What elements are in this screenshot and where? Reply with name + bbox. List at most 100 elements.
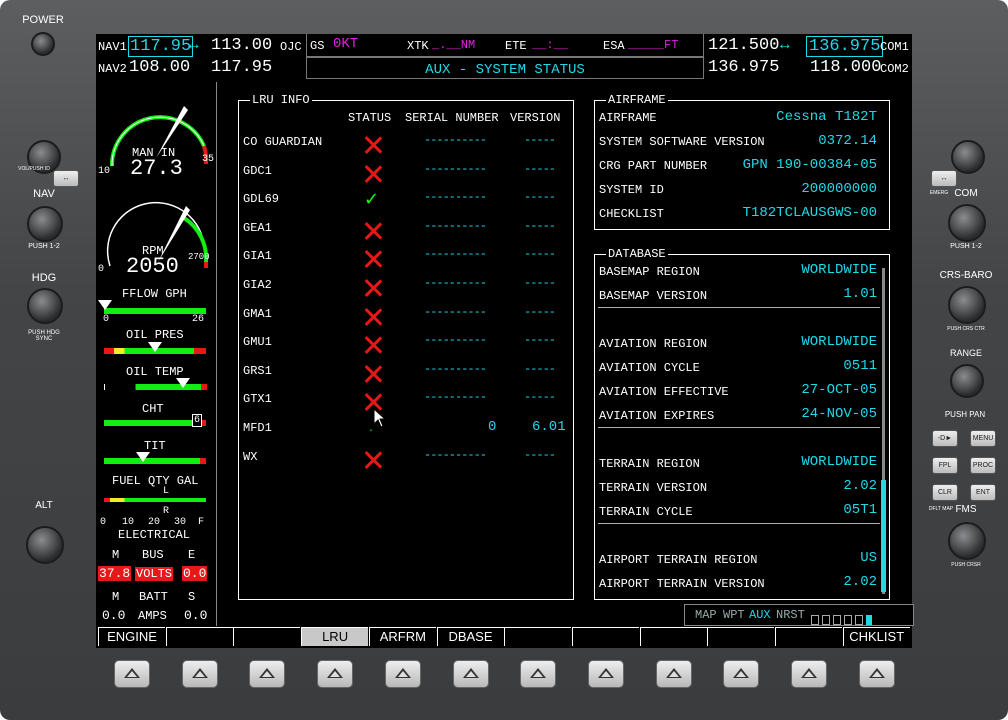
menu-button[interactable]: MENU [970, 430, 996, 447]
clr-button[interactable]: CLR [932, 484, 958, 501]
softkey-dbase[interactable]: DBASE [436, 627, 504, 646]
database-label: BASEMAP REGION [599, 265, 700, 279]
com2-active-freq[interactable]: 136.975 [708, 58, 779, 77]
alt-knob[interactable] [26, 526, 64, 564]
bus-m-value: 37.8 [98, 566, 132, 581]
nav-swap-button[interactable]: ↔ [53, 170, 79, 187]
softkey-blank-2[interactable] [233, 627, 301, 646]
lru-name: WX [243, 449, 258, 464]
batt-m-value: 0.0 [102, 608, 126, 623]
softkey-blank-7[interactable] [571, 627, 639, 646]
softkey-button-6[interactable] [452, 660, 489, 688]
crs-baro-knob[interactable] [948, 286, 986, 324]
database-label: AIRPORT TERRAIN VERSION [599, 577, 765, 591]
database-value: 24-NOV-05 [801, 406, 877, 422]
com-volume-knob[interactable] [951, 140, 985, 174]
fuel-flow-pointer [98, 300, 112, 310]
com-push-label: PUSH 1-2 [950, 243, 982, 250]
softkey-button-7[interactable] [520, 660, 557, 688]
com-swap-button[interactable]: ↔ [931, 170, 957, 187]
softkey-button-5[interactable] [384, 660, 421, 688]
electrical-label: ELECTRICAL [118, 528, 191, 542]
softkey-button-9[interactable] [655, 660, 692, 688]
tit-label: TIT [144, 439, 166, 453]
lru-serial: ---------- [424, 447, 487, 462]
airframe-label: SYSTEM SOFTWARE VERSION [599, 135, 765, 149]
nav-data-bar: GS 0KT XTK _.__NM ETE __:__ ESA _____FT [306, 34, 704, 57]
com-knob[interactable] [948, 204, 986, 242]
com2-standby-freq[interactable]: 118.000 [810, 58, 881, 77]
fail-x-icon [364, 250, 382, 268]
softkey-chklist[interactable]: CHKLIST [842, 627, 910, 646]
lru-name: GRS1 [243, 363, 272, 378]
lru-serial: ---------- [424, 247, 487, 262]
softkey-blank-10[interactable] [775, 627, 842, 646]
fuel-left-marker: L [163, 486, 170, 497]
softkey-blank-6[interactable] [504, 627, 572, 646]
database-value: WORLDWIDE [801, 262, 877, 278]
database-label: TERRAIN CYCLE [599, 505, 693, 519]
com1-active-freq[interactable]: 121.500 [708, 36, 779, 55]
gs-label: GS [310, 39, 325, 53]
nav2-standby-freq[interactable]: 117.95 [211, 58, 272, 77]
proc-button[interactable]: PROC [970, 457, 996, 474]
nav2-label: NAV2 [98, 62, 127, 76]
ete-label: ETE [505, 39, 527, 53]
esa-label: ESA [603, 39, 625, 53]
lru-status-header: STATUS [348, 111, 392, 125]
batt-s-label: S [188, 590, 196, 604]
database-value: US [860, 550, 877, 566]
hdg-knob[interactable] [27, 288, 63, 324]
softkey-blank-9[interactable] [707, 627, 775, 646]
database-value: WORLDWIDE [801, 454, 877, 470]
lru-name: GMA1 [243, 306, 272, 321]
airframe-value: 0372.14 [818, 133, 877, 149]
fail-x-icon [364, 308, 382, 326]
fms-knob[interactable] [948, 522, 986, 560]
lru-version: ----- [524, 276, 556, 290]
airframe-value: 200000000 [801, 181, 877, 197]
softkey-arfrm[interactable]: ARFRM [368, 627, 436, 646]
softkey-button-11[interactable] [791, 660, 827, 688]
fail-x-icon [364, 222, 382, 240]
fpl-button[interactable]: FPL [932, 457, 958, 474]
rpm-value: 2050 [126, 254, 179, 279]
direct-to-button[interactable]: -D► [932, 430, 958, 447]
fail-x-icon [364, 365, 382, 383]
softkey-button-3[interactable] [249, 660, 286, 688]
softkey-blank-1[interactable] [165, 627, 233, 646]
softkey-blank-8[interactable] [639, 627, 707, 646]
lru-serial: ---------- [424, 161, 487, 176]
database-scroll-thumb[interactable] [881, 480, 886, 592]
tit-bar [104, 458, 206, 464]
hdg-knob-label: HDG [31, 272, 57, 284]
softkey-button-1[interactable] [114, 660, 150, 688]
nav1-standby-freq[interactable]: 113.00 [211, 36, 272, 55]
softkey-lru[interactable]: LRU [301, 627, 369, 646]
cht-label: CHT [142, 402, 164, 416]
ok-check-icon: ✓ [364, 189, 380, 211]
man-in-value: 27.3 [130, 156, 183, 181]
nav2-active-freq[interactable]: 108.00 [129, 58, 190, 77]
man-in-max: 35 [202, 154, 215, 165]
airframe-label: SYSTEM ID [599, 183, 664, 197]
airframe-value: GPN 190-00384-05 [742, 157, 877, 173]
com1-standby-freq[interactable]: 136.975 [806, 36, 884, 57]
softkey-button-8[interactable] [587, 660, 624, 688]
lru-version: ----- [524, 361, 556, 376]
nav-knob[interactable] [27, 206, 63, 242]
softkey-button-4[interactable] [317, 660, 354, 688]
softkey-button-12[interactable] [858, 660, 895, 688]
fuel-flow-max: 26 [192, 314, 205, 325]
vol-push-label: VOL/PUSH ID [18, 166, 50, 172]
softkey-button-10[interactable] [723, 660, 760, 688]
softkey-engine[interactable]: ENGINE [98, 627, 165, 646]
bus-label: BUS [142, 548, 164, 562]
power-button[interactable] [31, 32, 55, 56]
softkey-button-2[interactable] [181, 660, 218, 688]
range-pan-knob[interactable] [950, 364, 984, 398]
xtk-label: XTK [407, 39, 429, 53]
ent-button[interactable]: ENT [970, 484, 996, 501]
nav1-active-freq[interactable]: 117.95 [128, 36, 194, 57]
database-label: AIRPORT TERRAIN REGION [599, 553, 758, 567]
